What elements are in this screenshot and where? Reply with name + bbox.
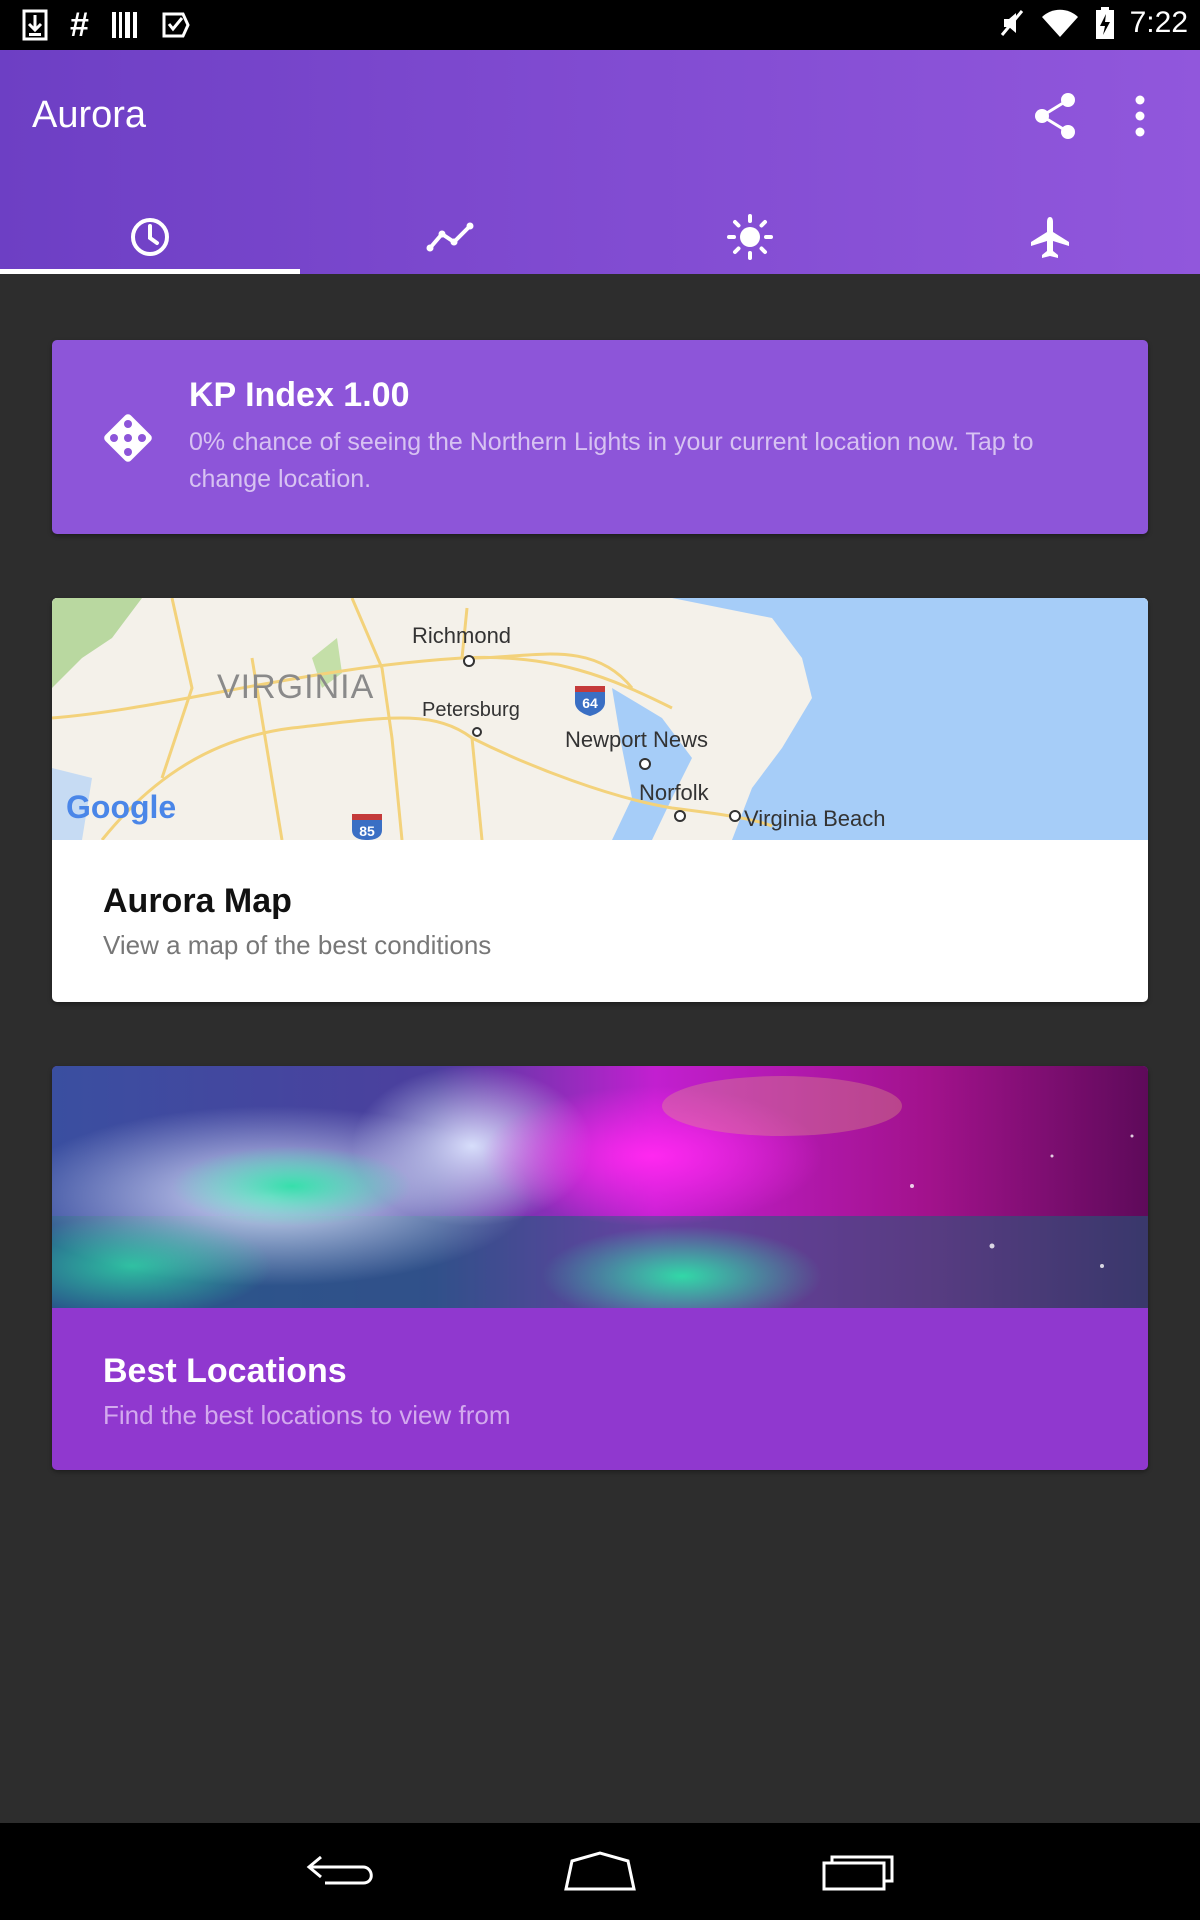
- dice-icon: [104, 414, 152, 462]
- clock-icon: [131, 218, 169, 256]
- interstate-64-label: 64: [582, 695, 598, 711]
- tab-forecast[interactable]: [0, 200, 300, 274]
- tab-solar[interactable]: [600, 200, 900, 274]
- sun-icon: [727, 214, 773, 260]
- best-locations-card[interactable]: Best Locations Find the best locations t…: [52, 1066, 1148, 1470]
- status-bar-notifications: #: [22, 8, 191, 42]
- kp-index-title: KP Index 1.00: [189, 376, 410, 414]
- google-logo: Google: [66, 789, 176, 825]
- map-label-petersburg: Petersburg: [422, 699, 520, 721]
- clock-time: 7:22: [1129, 6, 1188, 39]
- map-label-virginia-beach: Virginia Beach: [744, 806, 885, 831]
- best-locations-title: Best Locations: [103, 1352, 347, 1390]
- aurora-photo: [52, 1066, 1148, 1308]
- map-label-norfolk: Norfolk: [639, 780, 710, 805]
- app-bar: Aurora: [0, 50, 1200, 274]
- back-button[interactable]: [303, 1849, 383, 1895]
- kp-index-description: 0% chance of seeing the Northern Lights …: [189, 428, 1034, 493]
- tab-flights[interactable]: [900, 200, 1200, 274]
- map-label-virginia: VIRGINIA: [217, 668, 374, 706]
- navigation-bar: [0, 1823, 1200, 1920]
- overflow-menu-button[interactable]: [1120, 90, 1160, 142]
- kp-index-card[interactable]: KP Index 1.00 0% chance of seeing the No…: [52, 340, 1148, 534]
- hash-icon: #: [70, 6, 89, 44]
- home-icon: [564, 1851, 636, 1891]
- download-icon: [22, 9, 48, 41]
- tab-bar: [0, 200, 1200, 274]
- tab-selected-indicator: [0, 269, 300, 274]
- aurora-map-subtitle: View a map of the best conditions: [103, 930, 492, 960]
- best-locations-subtitle: Find the best locations to view from: [103, 1400, 511, 1430]
- status-bar-system: 7:22: [998, 6, 1188, 40]
- map-label-richmond: Richmond: [412, 623, 511, 648]
- status-bar: # 7:22: [0, 0, 1200, 50]
- map-graphic: 64 85 VIRGINIA Richmond Petersburg Newpo…: [52, 598, 1148, 840]
- interstate-85-label: 85: [359, 823, 375, 839]
- aurora-map-card[interactable]: 64 85 VIRGINIA Richmond Petersburg Newpo…: [52, 598, 1148, 1002]
- share-icon: [1035, 93, 1075, 139]
- back-icon: [306, 1855, 373, 1885]
- map-thumbnail: 64 85 VIRGINIA Richmond Petersburg Newpo…: [52, 598, 1148, 840]
- aurora-map-title: Aurora Map: [103, 882, 292, 920]
- wifi-icon: [1041, 9, 1078, 37]
- app-title: Aurora: [32, 94, 147, 136]
- map-label-newport-news: Newport News: [565, 727, 708, 752]
- trend-chart-icon: [426, 222, 474, 252]
- home-button[interactable]: [560, 1849, 640, 1895]
- task-check-icon: [162, 12, 190, 38]
- share-button[interactable]: [1030, 90, 1082, 142]
- barcode-icon: [111, 12, 137, 38]
- battery-charging-icon: [1095, 7, 1114, 39]
- recents-icon: [822, 1855, 894, 1891]
- tab-charts[interactable]: [300, 200, 600, 274]
- airplane-icon: [1031, 217, 1069, 258]
- mute-icon: [1000, 10, 1023, 36]
- overflow-menu-icon: [1135, 95, 1145, 137]
- recents-button[interactable]: [820, 1849, 900, 1895]
